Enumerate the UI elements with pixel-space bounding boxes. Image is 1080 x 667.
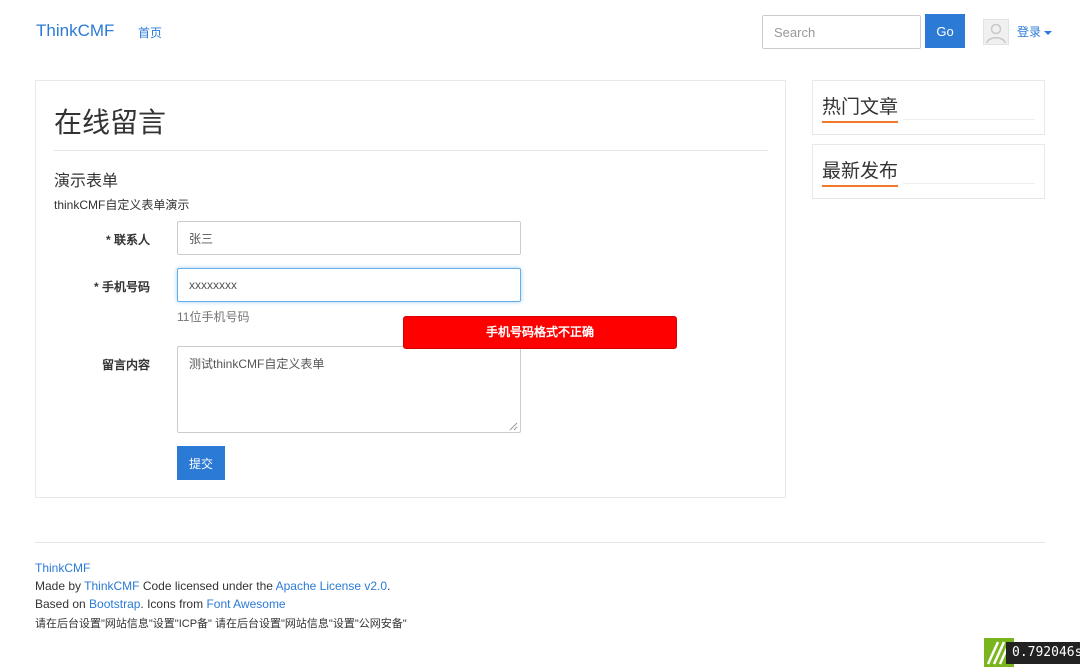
login-dropdown[interactable]: 登录 xyxy=(1017,23,1053,40)
footer-thinkcmf-link[interactable]: ThinkCMF xyxy=(84,579,139,593)
submit-button[interactable]: 提交 xyxy=(177,446,225,480)
message-form-panel: 在线留言 演示表单 thinkCMF自定义表单演示 * 联系人 * 手机号码 1… xyxy=(35,80,786,498)
footer-icp-line: 请在后台设置"网站信息"设置"ICP备" 请在后台设置"网站信息"设置"公网安备… xyxy=(35,618,407,630)
based-on-prefix: Based on xyxy=(35,597,90,611)
footer-brand-line: ThinkCMF xyxy=(35,561,90,575)
bootstrap-link[interactable]: Bootstrap xyxy=(89,597,140,611)
top-navbar: ThinkCMF 首页 Go 登录 xyxy=(0,0,1080,62)
icons-from-text: . Icons from xyxy=(140,597,207,611)
widget-divider xyxy=(903,119,1035,120)
message-textarea[interactable]: 测试thinkCMF自定义表单 xyxy=(177,346,521,433)
user-avatar-icon[interactable] xyxy=(983,19,1009,45)
footer-brand-link[interactable]: ThinkCMF xyxy=(35,561,90,575)
debug-trace-badge[interactable]: 0.792046s xyxy=(984,638,1080,667)
code-licensed-text: Code licensed under the xyxy=(139,579,276,593)
font-awesome-link[interactable]: Font Awesome xyxy=(206,597,285,611)
page-title: 在线留言 xyxy=(54,107,167,138)
resize-grip-icon[interactable] xyxy=(509,422,518,431)
hot-articles-title: 热门文章 xyxy=(822,92,899,123)
footer-made-by-line: Made by ThinkCMF Code licensed under the… xyxy=(35,579,390,593)
search-input[interactable] xyxy=(762,15,921,49)
phone-help-text: 11位手机号码 xyxy=(177,310,250,324)
footer-based-on-line: Based on Bootstrap. Icons from Font Awes… xyxy=(35,597,286,611)
error-toast: 手机号码格式不正确 xyxy=(403,316,677,349)
contact-field[interactable] xyxy=(177,221,521,255)
caret-down-icon xyxy=(1044,30,1053,35)
brand-link[interactable]: ThinkCMF xyxy=(36,21,114,41)
elapsed-time: 0.792046s xyxy=(1006,642,1080,664)
apache-license-link[interactable]: Apache License v2.0 xyxy=(276,579,387,593)
form-description: thinkCMF自定义表单演示 xyxy=(54,198,190,212)
contact-label: * 联系人 xyxy=(105,233,150,247)
message-label: 留言内容 xyxy=(101,358,150,372)
hot-articles-widget: 热门文章 xyxy=(812,80,1045,135)
login-label: 登录 xyxy=(1017,25,1042,39)
phone-label: * 手机号码 xyxy=(93,280,150,294)
widget-divider xyxy=(903,183,1035,184)
title-divider xyxy=(54,150,768,151)
latest-posts-widget: 最新发布 xyxy=(812,144,1045,199)
period-text: . xyxy=(387,579,391,593)
made-by-prefix: Made by xyxy=(35,579,85,593)
form-name: 演示表单 xyxy=(54,173,119,190)
nav-home-link[interactable]: 首页 xyxy=(138,24,162,41)
latest-posts-title: 最新发布 xyxy=(822,156,899,187)
phone-field[interactable] xyxy=(177,268,521,302)
search-go-button[interactable]: Go xyxy=(925,14,965,48)
footer-divider xyxy=(35,542,1045,543)
